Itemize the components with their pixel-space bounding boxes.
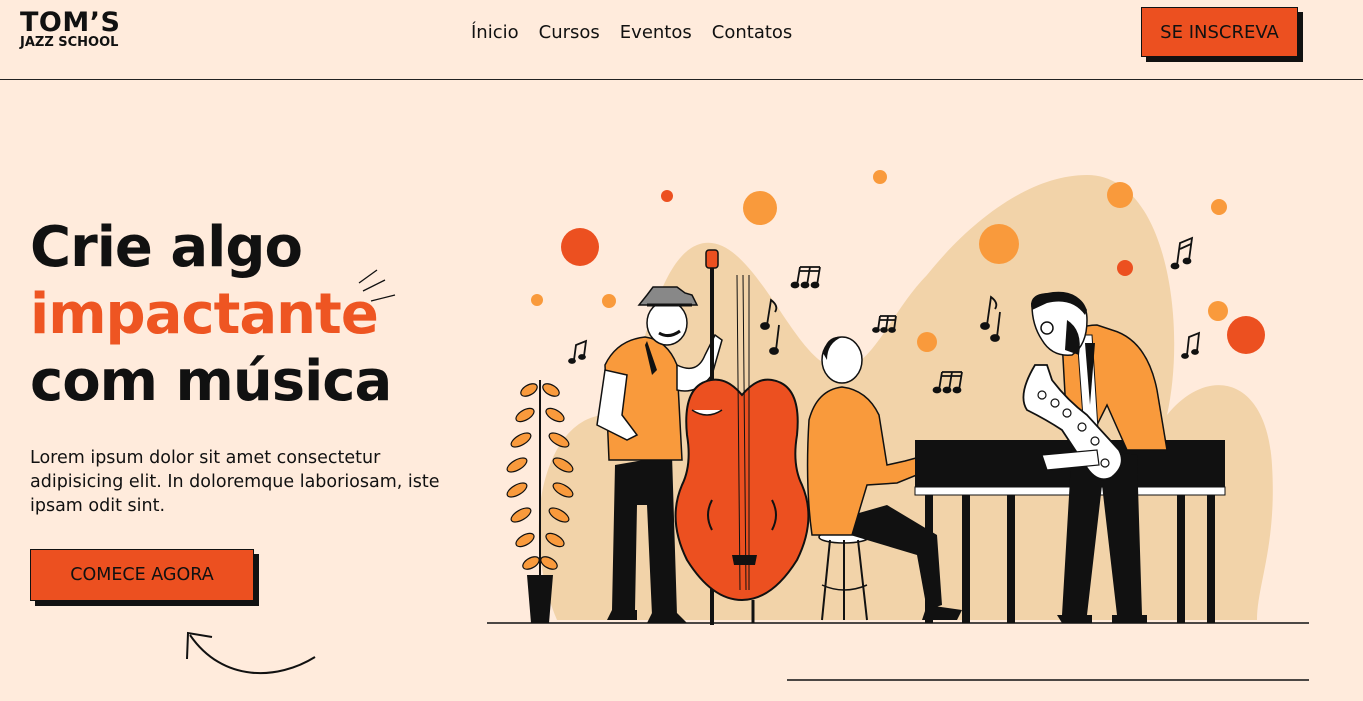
nav-link-inicio[interactable]: Ínicio bbox=[471, 22, 519, 43]
curved-arrow-icon bbox=[186, 631, 316, 675]
logo-subtitle: JAZZ SCHOOL bbox=[20, 35, 119, 50]
subscribe-button[interactable]: SE INSCREVA bbox=[1141, 7, 1298, 57]
hero-title-accent: impactante bbox=[30, 282, 379, 347]
hero-title: Crie algo impactante com música bbox=[30, 214, 392, 415]
jazz-band-illustration bbox=[487, 170, 1309, 681]
start-now-button[interactable]: COMECE AGORA bbox=[30, 549, 254, 601]
logo-title: TOM’S bbox=[20, 7, 121, 38]
main-nav: Ínicio Cursos Eventos Contatos bbox=[471, 22, 792, 43]
site-header: TOM’S JAZZ SCHOOL Ínicio Cursos Eventos … bbox=[0, 0, 1363, 80]
nav-link-eventos[interactable]: Eventos bbox=[620, 22, 692, 43]
hero-title-line1: Crie algo bbox=[30, 215, 303, 280]
logo[interactable]: TOM’S JAZZ SCHOOL bbox=[20, 9, 120, 50]
hero-description: Lorem ipsum dolor sit amet consectetur a… bbox=[30, 448, 440, 516]
nav-link-contatos[interactable]: Contatos bbox=[712, 22, 793, 43]
nav-link-cursos[interactable]: Cursos bbox=[539, 22, 600, 43]
hero-title-line3: com música bbox=[30, 349, 392, 414]
sparkle-lines-icon bbox=[358, 269, 396, 302]
